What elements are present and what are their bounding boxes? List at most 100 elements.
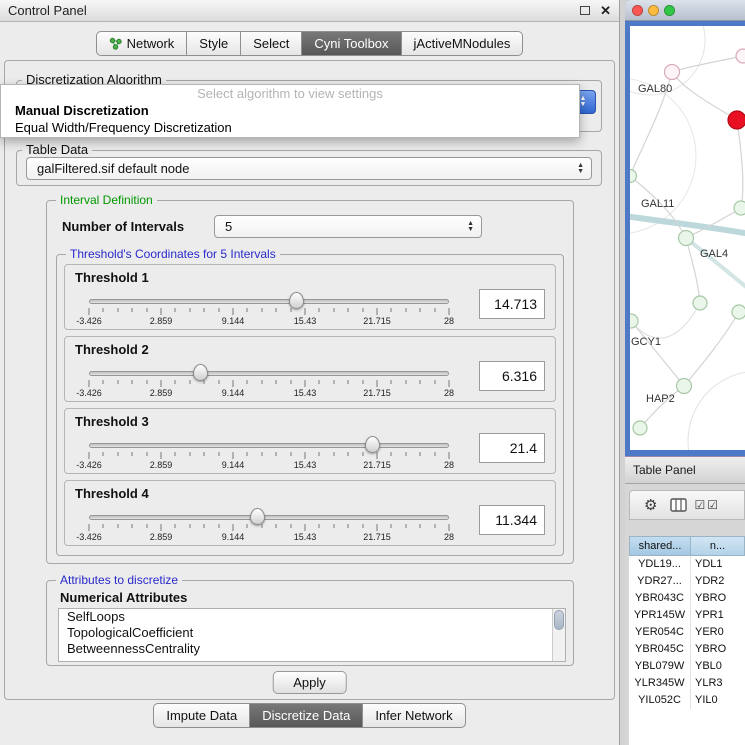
tab-cyni-toolbox[interactable]: Cyni Toolbox (302, 31, 401, 56)
network-canvas[interactable]: GAL80 GAL11 GAL4 GCY1 HAP2 (630, 26, 745, 450)
stepper-down-icon: ▼ (580, 102, 587, 108)
slider-scale: -3.4262.8599.14415.4321.71528 (89, 524, 449, 544)
table-cell[interactable]: YPR145W (629, 607, 691, 624)
gear-icon[interactable]: ⚙ (644, 496, 657, 514)
table-row[interactable]: YBL079WYBL0 (629, 658, 745, 675)
tab-jactivemnodules[interactable]: jActiveMNodules (402, 31, 524, 56)
tab-style[interactable]: Style (187, 31, 241, 56)
close-traffic-light-icon[interactable] (632, 5, 643, 16)
table-cell[interactable]: YER054C (629, 624, 691, 641)
slider-tick (189, 380, 190, 384)
column-header[interactable]: n... (691, 536, 745, 556)
network-window: GAL80 GAL11 GAL4 GCY1 HAP2 (625, 0, 745, 456)
slider-scale-label: 28 (444, 532, 454, 542)
table-cell[interactable]: YLR345W (629, 675, 691, 692)
scrollbar-thumb[interactable] (554, 610, 564, 630)
table-data-combobox[interactable]: galFiltered.sif default node ▲ ▼ (26, 157, 592, 180)
table-cell[interactable]: YBRO (691, 590, 745, 607)
slider-thumb[interactable] (365, 436, 380, 453)
table-cell[interactable]: YBR045C (629, 641, 691, 658)
network-node[interactable] (736, 49, 745, 63)
threshold-value-field[interactable]: 6.316 (479, 361, 545, 391)
top-tab-bar: Network Style Select Cyni Toolbox jActiv… (0, 31, 619, 56)
table-cell[interactable]: YLR3 (691, 675, 745, 692)
slider-thumb[interactable] (250, 508, 265, 525)
tab-infer-network[interactable]: Infer Network (363, 703, 465, 728)
list-item[interactable]: SelfLoops (59, 609, 565, 625)
tab-discretize-data[interactable]: Discretize Data (250, 703, 363, 728)
table-row[interactable]: YPR145WYPR1 (629, 607, 745, 624)
minimize-traffic-light-icon[interactable] (648, 5, 659, 16)
threshold-value-field[interactable]: 21.4 (479, 433, 545, 463)
slider-tick (233, 308, 234, 315)
tab-select[interactable]: Select (241, 31, 302, 56)
network-node[interactable] (693, 296, 707, 310)
table-cell[interactable]: YBL079W (629, 658, 691, 675)
network-node-highlighted[interactable] (728, 111, 745, 129)
list-item[interactable]: TopologicalCoefficient (59, 625, 565, 641)
table-cell[interactable]: YDR27... (629, 573, 691, 590)
slider-tick (247, 308, 248, 312)
table-row[interactable]: YIL052CYIL0 (629, 692, 745, 709)
tab-impute-data[interactable]: Impute Data (153, 703, 250, 728)
table-row[interactable]: YBR043CYBRO (629, 590, 745, 607)
float-window-icon[interactable] (580, 6, 590, 15)
slider-tick (377, 452, 378, 459)
threshold-slider[interactable]: -3.4262.8599.14415.4321.71528 (89, 363, 449, 401)
table-cell[interactable]: YDR2 (691, 573, 745, 590)
threshold-slider[interactable]: -3.4262.8599.14415.4321.71528 (89, 291, 449, 329)
network-node[interactable] (732, 305, 745, 319)
network-node[interactable] (679, 231, 694, 246)
table-cell[interactable]: YIL052C (629, 692, 691, 709)
tab-network[interactable]: Network (96, 31, 188, 56)
threshold-value-field[interactable]: 14.713 (479, 289, 545, 319)
table-cell[interactable]: YER0 (691, 624, 745, 641)
table-cell[interactable]: YDL1 (691, 556, 745, 573)
attributes-scrollbar[interactable] (552, 609, 565, 661)
table-panel-header: Table Panel (625, 456, 745, 484)
table-cell[interactable]: YPR1 (691, 607, 745, 624)
slider-track[interactable] (89, 443, 449, 448)
dropdown-option-manual-discretization[interactable]: Manual Discretization (1, 102, 579, 119)
network-node[interactable] (734, 201, 745, 215)
zoom-traffic-light-icon[interactable] (664, 5, 675, 16)
apply-button[interactable]: Apply (272, 671, 347, 694)
table-cell[interactable]: YBRO (691, 641, 745, 658)
slider-track[interactable] (89, 515, 449, 520)
table-cell[interactable]: YBR043C (629, 590, 691, 607)
close-icon[interactable]: ✕ (600, 4, 611, 17)
slider-scale-label: 28 (444, 460, 454, 470)
threshold-slider[interactable]: -3.4262.8599.14415.4321.71528 (89, 435, 449, 473)
table-row[interactable]: YER054CYER0 (629, 624, 745, 641)
table-row[interactable]: YLR345WYLR3 (629, 675, 745, 692)
number-of-intervals-combobox[interactable]: 5 ▲ ▼ (214, 215, 482, 238)
slider-track[interactable] (89, 299, 449, 304)
tab-cyni-toolbox-label: Cyni Toolbox (314, 36, 388, 51)
table-row[interactable]: YBR045CYBRO (629, 641, 745, 658)
list-item[interactable]: BetweennessCentrality (59, 641, 565, 657)
slider-tick (233, 380, 234, 387)
slider-thumb[interactable] (289, 292, 304, 309)
network-window-titlebar[interactable] (625, 0, 745, 21)
network-node[interactable] (630, 314, 638, 328)
slider-track[interactable] (89, 371, 449, 376)
threshold-value-field[interactable]: 11.344 (479, 505, 545, 535)
checkbox-icon[interactable]: ☑ (707, 498, 718, 512)
network-node[interactable] (677, 379, 692, 394)
column-header[interactable]: shared... (629, 536, 691, 556)
columns-icon[interactable] (670, 498, 687, 512)
table-cell[interactable]: YIL0 (691, 692, 745, 709)
table-row[interactable]: YDR27...YDR2 (629, 573, 745, 590)
network-node[interactable] (633, 421, 647, 435)
dropdown-option-equal-width[interactable]: Equal Width/Frequency Discretization (1, 119, 579, 136)
slider-tick (103, 452, 104, 456)
slider-thumb[interactable] (193, 364, 208, 381)
table-cell[interactable]: YBL0 (691, 658, 745, 675)
network-edge (737, 120, 743, 208)
table-row[interactable]: YDL19...YDL1 (629, 556, 745, 573)
table-cell[interactable]: YDL19... (629, 556, 691, 573)
checkbox-icon[interactable]: ☑ (694, 498, 705, 512)
network-node[interactable] (665, 65, 680, 80)
threshold-slider[interactable]: -3.4262.8599.14415.4321.71528 (89, 507, 449, 545)
slider-tick (319, 308, 320, 312)
